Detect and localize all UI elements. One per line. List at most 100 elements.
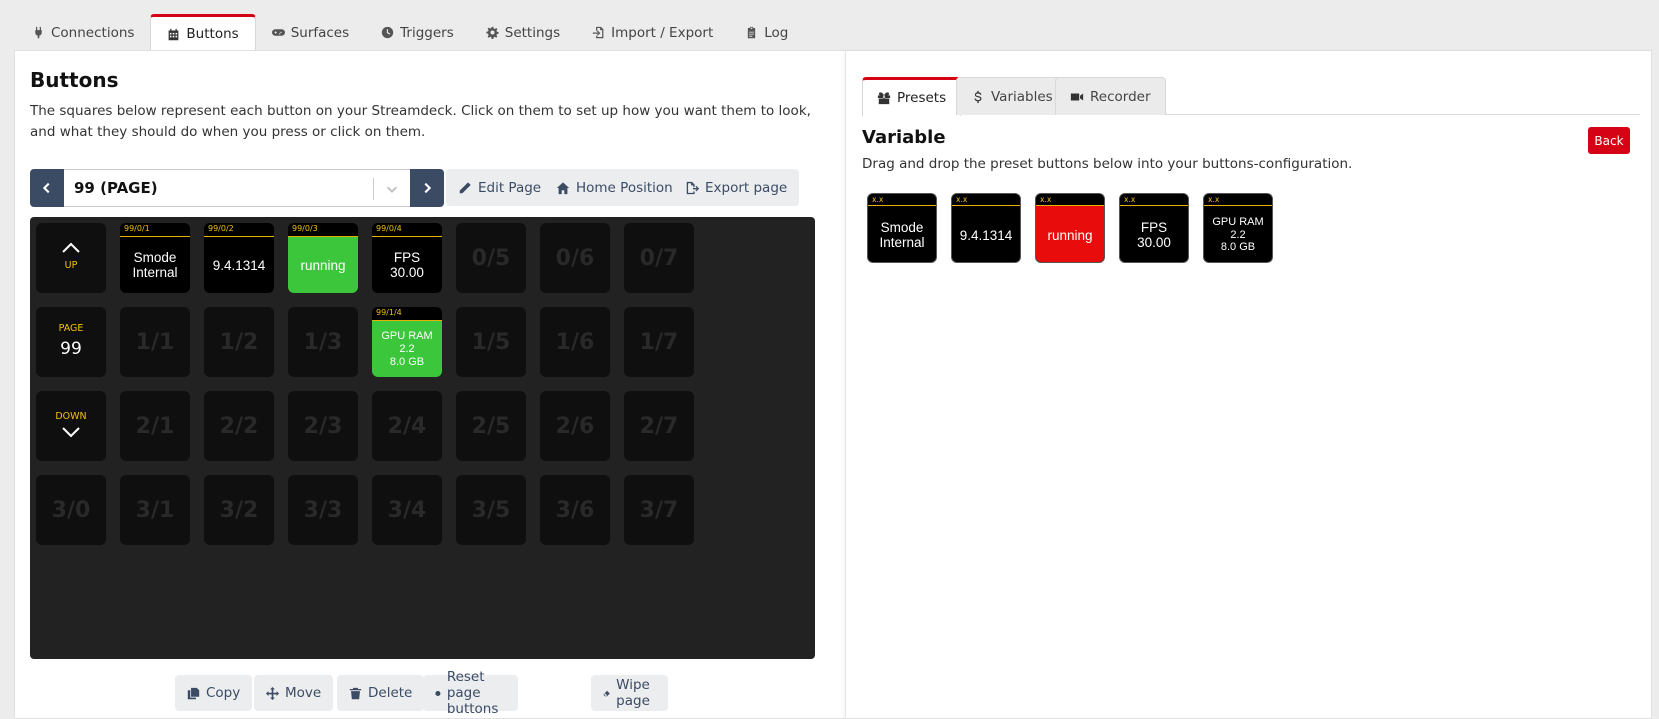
tab-presets[interactable]: Presets	[862, 77, 962, 116]
delete-button[interactable]: Delete	[337, 675, 425, 711]
preset-text: running	[1036, 206, 1104, 262]
button-text: GPU RAM 2.2 8.0 GB	[372, 321, 442, 377]
page-number-button[interactable]: PAGE 99	[36, 307, 106, 377]
presets-description: Drag and drop the preset buttons below i…	[862, 156, 1353, 172]
grid-button-3-7[interactable]: 3/7	[624, 475, 694, 545]
grid-button-1-3[interactable]: 1/3	[288, 307, 358, 377]
grid-button-3-0[interactable]: 3/0	[36, 475, 106, 545]
wipe-page-label: Wipe page	[616, 677, 650, 709]
tab-variables[interactable]: Variables	[956, 77, 1068, 115]
button-slot-label: 3/3	[303, 497, 343, 523]
next-page-button[interactable]	[410, 169, 444, 207]
gift-icon	[877, 92, 891, 105]
grid-button-3-6[interactable]: 3/6	[540, 475, 610, 545]
chevron-right-icon	[424, 182, 432, 194]
tab-connections[interactable]: Connections	[16, 14, 150, 51]
tab-import-export[interactable]: Import / Export	[576, 14, 729, 51]
grid-button-3-5[interactable]: 3/5	[456, 475, 526, 545]
delete-label: Delete	[368, 685, 413, 701]
grid-button-3-3[interactable]: 3/3	[288, 475, 358, 545]
grid-button-2-3[interactable]: 2/3	[288, 391, 358, 461]
chevron-down-icon[interactable]	[385, 182, 399, 196]
reset-page-buttons-button[interactable]: Reset page buttons	[423, 669, 518, 717]
reset-icon	[435, 690, 441, 696]
preset-button[interactable]: x.x Smode Internal	[867, 193, 937, 263]
preset-text: 9.4.1314	[959, 227, 1013, 243]
grid-button-2-2[interactable]: 2/2	[204, 391, 274, 461]
grid-button-2-5[interactable]: 2/5	[456, 391, 526, 461]
button-slot-label: 3/6	[555, 497, 595, 523]
tab-log-label: Log	[764, 24, 789, 41]
grid-button-1-5[interactable]: 1/5	[456, 307, 526, 377]
back-button[interactable]: Back	[1588, 127, 1630, 154]
move-button[interactable]: Move	[254, 675, 334, 711]
button-slot-label: 2/1	[135, 413, 175, 439]
page-up-button[interactable]: UP	[36, 223, 106, 293]
prev-page-button[interactable]	[30, 169, 64, 207]
plug-icon	[35, 26, 42, 39]
copy-button[interactable]: Copy	[175, 675, 253, 711]
clock-icon	[381, 26, 394, 39]
grid-button-2-4[interactable]: 2/4	[372, 391, 442, 461]
button-slot-label: 2/4	[387, 413, 427, 439]
button-slot-label: 1/2	[219, 329, 259, 355]
tab-surfaces[interactable]: Surfaces	[256, 14, 365, 51]
grid-button-0-1[interactable]: 99/0/1 Smode Internal	[120, 223, 190, 293]
button-slot-label: 0/6	[555, 245, 595, 271]
export-page-button[interactable]: Export page	[673, 169, 800, 206]
grid-button-1-4[interactable]: 99/1/4 GPU RAM 2.2 8.0 GB	[372, 307, 442, 377]
preset-button[interactable]: x.x GPU RAM 2.2 8.0 GB	[1203, 193, 1273, 263]
tab-triggers-label: Triggers	[400, 24, 454, 41]
grid-button-3-1[interactable]: 3/1	[120, 475, 190, 545]
button-text: running	[288, 237, 358, 293]
chevron-up-icon	[61, 239, 81, 253]
tab-settings[interactable]: Settings	[470, 14, 576, 51]
preset-button[interactable]: x.x FPS 30.00	[1119, 193, 1189, 263]
buttons-panel: Buttons The squares below represent each…	[30, 51, 830, 719]
button-text: 9.4.1314	[212, 257, 266, 273]
tab-triggers[interactable]: Triggers	[365, 14, 470, 51]
trash-icon	[349, 687, 362, 699]
page-select[interactable]: 99 (PAGE)	[64, 169, 410, 207]
grid-button-1-1[interactable]: 1/1	[120, 307, 190, 377]
grid-button-0-2[interactable]: 99/0/2 9.4.1314	[204, 223, 274, 293]
grid-button-1-2[interactable]: 1/2	[204, 307, 274, 377]
calendar-grid-icon	[169, 28, 179, 40]
grid-button-3-4[interactable]: 3/4	[372, 475, 442, 545]
tab-buttons[interactable]: Buttons	[150, 14, 256, 51]
button-slot-label: 1/7	[639, 329, 679, 355]
button-slot-label: 3/4	[387, 497, 427, 523]
grid-button-2-6[interactable]: 2/6	[540, 391, 610, 461]
home-position-button[interactable]: Home Position	[544, 169, 685, 206]
edit-page-button[interactable]: Edit Page	[446, 169, 554, 206]
wipe-page-button[interactable]: Wipe page	[591, 675, 668, 711]
page-label: PAGE	[58, 323, 84, 334]
preset-header: x.x	[868, 194, 936, 206]
grid-button-0-6[interactable]: 0/6	[540, 223, 610, 293]
right-tab-bar: Presets Variables Recorder	[862, 77, 1640, 116]
grid-button-1-7[interactable]: 1/7	[624, 307, 694, 377]
grid-button-0-7[interactable]: 0/7	[624, 223, 694, 293]
preset-button[interactable]: x.x 9.4.1314	[951, 193, 1021, 263]
presets-panel: Presets Variables Recorder Variable Back…	[845, 51, 1653, 719]
tab-log[interactable]: Log	[729, 14, 804, 51]
grid-button-0-5[interactable]: 0/5	[456, 223, 526, 293]
preset-header: x.x	[1204, 194, 1272, 206]
grid-button-1-6[interactable]: 1/6	[540, 307, 610, 377]
tab-variables-label: Variables	[991, 88, 1053, 105]
button-slot-label: 1/5	[471, 329, 511, 355]
grid-button-3-2[interactable]: 3/2	[204, 475, 274, 545]
main-panel: Buttons The squares below represent each…	[14, 50, 1652, 719]
button-slot-label: 3/0	[51, 497, 91, 523]
grid-button-0-4[interactable]: 99/0/4 FPS 30.00	[372, 223, 442, 293]
grid-button-2-7[interactable]: 2/7	[624, 391, 694, 461]
preset-button[interactable]: x.x running	[1035, 193, 1105, 263]
button-slot-label: 3/7	[639, 497, 679, 523]
tab-import-export-label: Import / Export	[611, 24, 714, 41]
tab-recorder[interactable]: Recorder	[1055, 77, 1166, 115]
copy-label: Copy	[206, 685, 241, 701]
file-export-icon	[686, 181, 699, 194]
grid-button-2-1[interactable]: 2/1	[120, 391, 190, 461]
page-down-button[interactable]: DOWN	[36, 391, 106, 461]
grid-button-0-3[interactable]: 99/0/3 running	[288, 223, 358, 293]
